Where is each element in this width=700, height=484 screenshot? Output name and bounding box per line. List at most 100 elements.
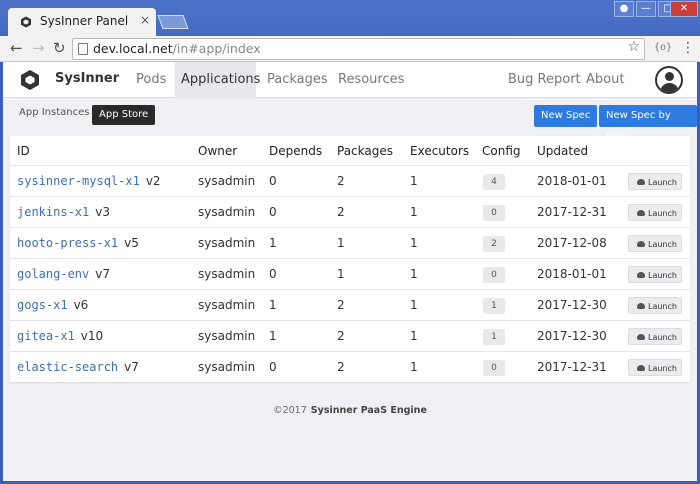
cloud-upload-icon bbox=[637, 302, 645, 309]
table-row: elastic-search v7 sysadmin 0 2 1 0 2017-1… bbox=[10, 352, 690, 383]
updated-cell: 2017-12-30 bbox=[537, 329, 607, 343]
launch-label: Launch bbox=[648, 364, 677, 373]
brand-name: SysInner bbox=[55, 71, 120, 86]
nav-applications[interactable]: Applications bbox=[175, 62, 260, 98]
reload-icon[interactable]: ↻ bbox=[53, 39, 66, 57]
executors-cell: 1 bbox=[410, 236, 418, 250]
bookmark-star-icon[interactable]: ☆ bbox=[627, 39, 640, 55]
app-id-link[interactable]: gitea-x1 bbox=[17, 329, 75, 343]
table-header: ID Owner Depends Packages Executors Conf… bbox=[10, 136, 690, 166]
browser-tab[interactable]: SysInner Panel × bbox=[8, 8, 156, 36]
header-id: ID bbox=[17, 144, 30, 158]
avatar-body bbox=[660, 83, 679, 92]
executors-cell: 1 bbox=[410, 205, 418, 219]
user-profile-icon[interactable]: ● bbox=[614, 1, 634, 17]
new-spec-button[interactable]: New Spec bbox=[534, 105, 598, 127]
updated-cell: 2017-12-31 bbox=[537, 205, 607, 219]
depends-cell: 0 bbox=[269, 267, 277, 281]
app-id-link[interactable]: golang-env bbox=[17, 267, 89, 281]
browser-menu-icon[interactable]: ⋮ bbox=[681, 40, 695, 56]
new-spec-by-raw-button[interactable]: New Spec by Raw bbox=[599, 105, 697, 143]
launch-button[interactable]: Launch bbox=[628, 359, 682, 376]
cloud-upload-icon bbox=[637, 240, 645, 247]
header-depends: Depends bbox=[269, 144, 323, 158]
executors-cell: 1 bbox=[410, 267, 418, 281]
nav-bug-report[interactable]: Bug Report bbox=[508, 62, 581, 98]
nav-packages[interactable]: Packages bbox=[267, 62, 328, 98]
app-id-cell: jenkins-x1 v3 bbox=[17, 197, 110, 228]
user-avatar-icon[interactable] bbox=[655, 66, 683, 94]
cloud-upload-icon bbox=[637, 364, 645, 371]
new-tab-button[interactable] bbox=[157, 15, 189, 29]
address-bar[interactable]: dev.local.net/in#app/index ☆ bbox=[72, 38, 645, 60]
nav-about[interactable]: About bbox=[586, 62, 624, 98]
page: SysInner Pods Applications Packages Reso… bbox=[3, 62, 697, 481]
tab-close-icon[interactable]: × bbox=[140, 13, 150, 27]
config-cell: 1 bbox=[482, 321, 505, 352]
app-header: SysInner Pods Applications Packages Reso… bbox=[3, 62, 697, 98]
config-badge: 0 bbox=[483, 359, 505, 376]
url-text[interactable]: dev.local.net/in#app/index bbox=[93, 41, 261, 56]
updated-cell: 2018-01-01 bbox=[537, 267, 607, 281]
executors-cell: 1 bbox=[410, 360, 418, 374]
config-cell: 1 bbox=[482, 290, 505, 321]
app-version: v6 bbox=[73, 298, 89, 312]
app-id-cell: elastic-search v7 bbox=[17, 352, 139, 383]
launch-button[interactable]: Launch bbox=[628, 266, 682, 283]
updated-cell: 2018-01-01 bbox=[537, 174, 607, 188]
owner-cell: sysadmin bbox=[198, 267, 256, 281]
launch-label: Launch bbox=[648, 271, 677, 280]
app-id-cell: sysinner-mysql-x1 v2 bbox=[17, 166, 161, 197]
app-id-link[interactable]: sysinner-mysql-x1 bbox=[17, 174, 140, 188]
nav-pods[interactable]: Pods bbox=[136, 62, 166, 98]
header-executors: Executors bbox=[410, 144, 470, 158]
packages-cell: 2 bbox=[337, 329, 345, 343]
cloud-upload-icon bbox=[637, 271, 645, 278]
config-cell: 0 bbox=[482, 259, 505, 290]
app-id-link[interactable]: hooto-press-x1 bbox=[17, 236, 118, 250]
avatar-head bbox=[665, 72, 674, 81]
config-badge: 0 bbox=[483, 204, 505, 221]
url-host: dev.local.net bbox=[93, 41, 173, 56]
window-close-button[interactable]: ✕ bbox=[670, 1, 698, 17]
back-arrow-icon[interactable]: ← bbox=[10, 39, 23, 57]
nav-resources[interactable]: Resources bbox=[338, 62, 404, 98]
extension-icon[interactable]: {o} bbox=[654, 42, 672, 53]
packages-cell: 2 bbox=[337, 360, 345, 374]
launch-button[interactable]: Launch bbox=[628, 235, 682, 252]
launch-button[interactable]: Launch bbox=[628, 173, 682, 190]
app-version: v3 bbox=[95, 205, 110, 219]
browser-chrome: SysInner Panel × ● — □ ✕ ← → ↻ dev.local… bbox=[0, 0, 700, 62]
launch-button[interactable]: Launch bbox=[628, 204, 682, 221]
window-minimize-button[interactable]: — bbox=[636, 1, 656, 17]
cloud-upload-icon bbox=[637, 333, 645, 340]
launch-button[interactable]: Launch bbox=[628, 297, 682, 314]
header-owner: Owner bbox=[198, 144, 238, 158]
depends-cell: 1 bbox=[269, 236, 277, 250]
config-badge: 1 bbox=[483, 328, 505, 345]
executors-cell: 1 bbox=[410, 174, 418, 188]
footer-copyright: ©2017 bbox=[273, 405, 307, 416]
forward-arrow-icon[interactable]: → bbox=[32, 39, 45, 57]
app-version: v7 bbox=[95, 267, 110, 281]
owner-cell: sysadmin bbox=[198, 236, 256, 250]
app-id-link[interactable]: gogs-x1 bbox=[17, 298, 68, 312]
tab-app-instances[interactable]: App Instances bbox=[19, 107, 89, 118]
app-spec-table: ID Owner Depends Packages Executors Conf… bbox=[10, 136, 690, 382]
app-id-link[interactable]: elastic-search bbox=[17, 360, 118, 374]
config-badge: 4 bbox=[483, 173, 505, 190]
page-footer: ©2017 Sysinner PaaS Engine bbox=[3, 405, 697, 416]
app-version: v10 bbox=[80, 329, 104, 343]
depends-cell: 0 bbox=[269, 174, 277, 188]
config-cell: 0 bbox=[482, 352, 505, 383]
launch-label: Launch bbox=[648, 178, 677, 187]
config-badge: 0 bbox=[483, 266, 505, 283]
owner-cell: sysadmin bbox=[198, 298, 256, 312]
tab-app-store[interactable]: App Store bbox=[92, 105, 156, 125]
config-badge: 2 bbox=[483, 235, 505, 252]
app-version: v7 bbox=[124, 360, 139, 374]
app-id-link[interactable]: jenkins-x1 bbox=[17, 205, 89, 219]
launch-button[interactable]: Launch bbox=[628, 328, 682, 345]
packages-cell: 2 bbox=[337, 174, 345, 188]
sub-tabs: App Instances App Store New Spec New Spe… bbox=[3, 98, 697, 143]
